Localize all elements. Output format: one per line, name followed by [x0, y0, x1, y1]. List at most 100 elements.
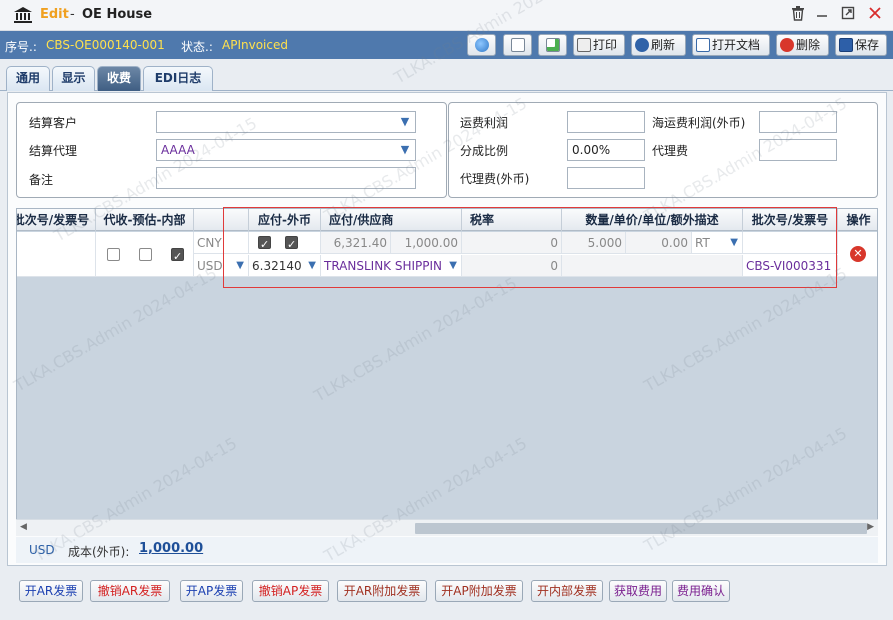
ap-checkbox[interactable] — [258, 234, 271, 253]
settle-agent-select[interactable]: AAAA ▼ — [156, 139, 416, 161]
exchange-rate-select[interactable]: 6.32140 ▼ — [249, 255, 321, 277]
col-currency[interactable] — [194, 209, 249, 231]
collect-checkbox[interactable] — [107, 248, 120, 261]
confirm-charges-button[interactable]: 费用确认 — [672, 580, 730, 602]
tax-rate-cell-2[interactable]: 0 — [462, 255, 562, 277]
tab-edi-log[interactable]: EDI日志 — [143, 66, 213, 91]
ocean-profit-fc-label: 海运费利润(外币) — [652, 116, 746, 130]
settle-agent-value: AAAA — [161, 143, 195, 157]
cancel-ap-invoice-button[interactable]: 撤销AP发票 — [252, 580, 329, 602]
tab-display[interactable]: 显示 — [52, 66, 95, 91]
open-ar-invoice-button[interactable]: 开AR发票 — [19, 580, 83, 602]
cost-fc-value[interactable]: 1,000.00 — [139, 541, 203, 556]
estimate-checkbox[interactable] — [139, 248, 152, 261]
globe-icon — [475, 38, 489, 52]
building-icon — [14, 7, 32, 23]
charges-grid: 批次号/发票号 代收-预估-内部 应付-外币 应付/供应商 税率 数量/单价/单… — [16, 208, 878, 536]
unit-price-cell[interactable]: 0.00 — [626, 232, 692, 254]
tab-charges[interactable]: 收费 — [97, 66, 141, 91]
col-ap-fc[interactable]: 应付-外币 — [249, 209, 321, 231]
export-button[interactable] — [538, 34, 567, 56]
col-batch-invoice-2[interactable]: 批次号/发票号 — [743, 209, 838, 231]
col-tax-rate[interactable]: 税率 — [462, 209, 562, 231]
remark-label: 备注 — [29, 173, 54, 187]
col-ap-supplier[interactable]: 应付/供应商 — [321, 209, 462, 231]
agency-fee-input[interactable] — [759, 139, 837, 161]
status-label: 状态.: — [181, 40, 213, 54]
print-icon — [577, 38, 591, 52]
scroll-thumb[interactable] — [415, 523, 867, 534]
invoice-no-cell[interactable]: CBS-VI000331 — [743, 255, 838, 277]
amount-cell[interactable]: 6,321.40 — [321, 232, 391, 254]
cancel-ar-invoice-button[interactable]: 撤销AR发票 — [90, 580, 170, 602]
total-currency: USD — [29, 543, 55, 557]
actions-cell: ✕ — [838, 232, 877, 277]
internal-checkbox[interactable] — [171, 246, 184, 268]
unit-value: RT — [695, 236, 710, 250]
ocean-profit-fc-input[interactable] — [759, 111, 837, 133]
settle-customer-select[interactable]: ▼ — [156, 111, 416, 133]
trash-icon[interactable] — [789, 6, 807, 24]
col-qty-price-unit[interactable]: 数量/单价/单位/额外描述 — [562, 209, 743, 231]
chevron-down-icon[interactable]: ▼ — [447, 255, 457, 276]
description-cell[interactable] — [562, 255, 743, 277]
window-title: OE House — [82, 7, 153, 22]
close-icon[interactable] — [866, 6, 884, 24]
open-document-button[interactable]: 打开文档 — [692, 34, 770, 56]
supplier-select[interactable]: TRANSLINK SHIPPIN ▼ — [321, 255, 462, 277]
tab-general[interactable]: 通用 — [6, 66, 50, 91]
tab-bar: 通用 显示 收费 EDI日志 — [0, 59, 893, 91]
maximize-icon[interactable] — [839, 6, 857, 24]
chevron-down-icon[interactable]: ▼ — [308, 255, 316, 276]
delete-row-icon[interactable]: ✕ — [850, 246, 866, 262]
record-info-bar: 序号.: CBS-OE000140-001 状态.: APInvoiced 打印… — [0, 31, 893, 59]
table-row[interactable]: CNY 6,321.40 1,000.00 0 5.000 0.00 RT ▼ … — [17, 232, 877, 277]
open-ar-extra-invoice-button[interactable]: 开AR附加发票 — [337, 580, 427, 602]
unit-select[interactable]: RT ▼ — [692, 232, 743, 254]
save-button[interactable]: 保存 — [835, 34, 887, 56]
split-ratio-input[interactable]: 0.00% — [567, 139, 645, 161]
chevron-down-icon[interactable]: ▼ — [396, 141, 414, 159]
print-label: 打印 — [593, 38, 618, 52]
currency-usd: USD — [197, 259, 223, 273]
delete-label: 删除 — [796, 38, 821, 52]
remark-input[interactable] — [156, 167, 416, 189]
freight-profit-input[interactable] — [567, 111, 645, 133]
open-document-icon — [696, 38, 710, 52]
delete-button[interactable]: 删除 — [776, 34, 829, 56]
delete-icon — [780, 38, 794, 52]
open-internal-invoice-button[interactable]: 开内部发票 — [531, 580, 603, 602]
scroll-right-icon[interactable]: ▶ — [867, 522, 874, 532]
open-ap-extra-invoice-button[interactable]: 开AP附加发票 — [435, 580, 523, 602]
chevron-down-icon[interactable]: ▼ — [396, 113, 414, 131]
document-button[interactable] — [503, 34, 532, 56]
agency-fee-fc-label: 代理费(外币) — [460, 172, 530, 186]
currency-cny: CNY — [194, 232, 249, 254]
horizontal-scrollbar[interactable]: ◀ ▶ — [16, 519, 878, 536]
cost-fc-label: 成本(外币): — [68, 545, 130, 559]
open-ap-invoice-button[interactable]: 开AP发票 — [180, 580, 243, 602]
print-button[interactable]: 打印 — [573, 34, 625, 56]
col-collect-estimate-internal[interactable]: 代收-预估-内部 — [96, 209, 194, 231]
fc-checkbox[interactable] — [285, 234, 298, 253]
agency-fee-fc-input[interactable] — [567, 167, 645, 189]
qty-cell[interactable]: 5.000 — [562, 232, 626, 254]
agency-fee-label: 代理费 — [652, 144, 689, 158]
totals-bar: USD 成本(外币): 1,000.00 — [16, 537, 878, 563]
col-actions[interactable]: 操作 — [838, 209, 877, 231]
tax-rate-cell[interactable]: 0 — [462, 232, 562, 254]
currency-usd-select[interactable]: USD ▼ — [194, 255, 249, 277]
chevron-down-icon[interactable]: ▼ — [236, 255, 244, 276]
minimize-icon[interactable] — [813, 6, 831, 24]
scroll-left-icon[interactable]: ◀ — [20, 522, 27, 532]
open-document-label: 打开文档 — [712, 38, 761, 52]
refresh-button[interactable]: 刷新 — [631, 34, 686, 56]
chevron-down-icon[interactable]: ▼ — [730, 232, 738, 253]
fetch-charges-button[interactable]: 获取费用 — [609, 580, 667, 602]
exchange-rate-value: 6.32140 — [252, 259, 302, 273]
amount-fc-cell[interactable]: 1,000.00 — [391, 232, 462, 254]
save-label: 保存 — [855, 38, 880, 52]
export-icon — [546, 38, 560, 52]
globe-button[interactable] — [467, 34, 496, 56]
col-batch-invoice[interactable]: 批次号/发票号 — [17, 209, 96, 231]
